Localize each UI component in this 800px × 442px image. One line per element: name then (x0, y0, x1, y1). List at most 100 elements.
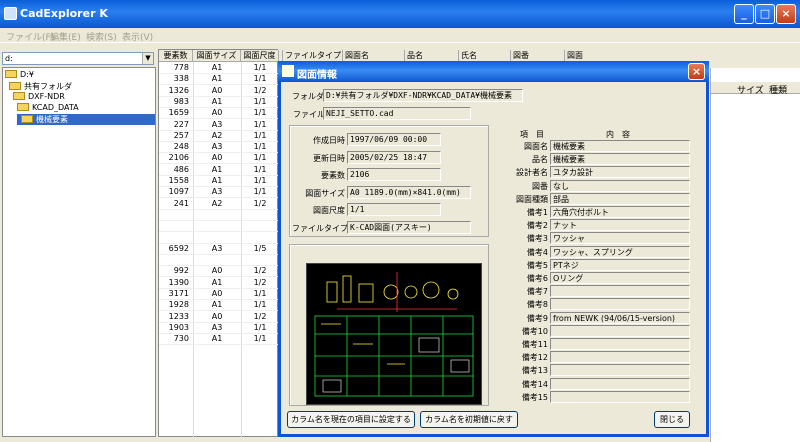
grid-cell[interactable]: 1/1 (245, 108, 275, 119)
grid-cell[interactable]: 1/1 (245, 153, 275, 164)
grid-cell[interactable]: 1326 (159, 86, 189, 97)
maximize-button[interactable]: □ (755, 4, 775, 24)
grid-cell[interactable]: 1/1 (245, 142, 275, 153)
grid-cell[interactable]: A0 (197, 153, 237, 164)
grid-cell[interactable]: 1390 (159, 278, 189, 289)
item-value-field[interactable]: なし (550, 179, 690, 192)
grid-cell[interactable] (197, 233, 237, 244)
tree-node-shared[interactable]: 共有フォルダ (9, 81, 72, 92)
grid-cell[interactable] (159, 221, 189, 232)
grid-cell[interactable]: 1/2 (245, 278, 275, 289)
grid-cell[interactable]: A1 (197, 300, 237, 311)
close-button[interactable]: × (776, 4, 796, 24)
grid-cell[interactable]: 1/1 (245, 165, 275, 176)
grid-cell[interactable]: 241 (159, 199, 189, 210)
item-value-field[interactable] (550, 377, 690, 390)
grid-cell[interactable]: A0 (197, 266, 237, 277)
grid-cell[interactable]: A1 (197, 97, 237, 108)
minimize-button[interactable]: _ (734, 4, 754, 24)
grid-cell[interactable]: 1/1 (245, 334, 275, 345)
grid-cell[interactable]: A3 (197, 120, 237, 131)
column-scale[interactable]: 図面尺度 (241, 50, 279, 62)
item-value-field[interactable] (550, 351, 690, 364)
reset-column-names-button[interactable]: カラム名を初期値に戻す (420, 411, 518, 428)
grid-cell[interactable]: A2 (197, 199, 237, 210)
grid-cell[interactable]: A0 (197, 289, 237, 300)
grid-cell[interactable]: 1/1 (245, 323, 275, 334)
column-size-hdr[interactable]: 図面サイズ (193, 50, 241, 62)
grid-cell[interactable] (245, 255, 275, 266)
grid-cell[interactable]: A3 (197, 244, 237, 255)
grid-cell[interactable]: 2106 (159, 153, 189, 164)
grid-cell[interactable] (197, 255, 237, 266)
item-value-field[interactable] (550, 324, 690, 337)
grid-cell[interactable]: 1/1 (245, 97, 275, 108)
grid-cell[interactable]: 1/1 (245, 176, 275, 187)
grid-cell[interactable]: 1/1 (245, 289, 275, 300)
grid-cell[interactable]: 257 (159, 131, 189, 142)
grid-cell[interactable]: 1/1 (245, 300, 275, 311)
grid-cell[interactable]: 1659 (159, 108, 189, 119)
grid-cell[interactable]: A3 (197, 323, 237, 334)
set-column-names-button[interactable]: カラム名を現在の項目に設定する (287, 411, 415, 428)
grid-cell[interactable] (245, 221, 275, 232)
grid-cell[interactable] (159, 210, 189, 221)
item-value-field[interactable]: 部品 (550, 192, 690, 205)
grid-cell[interactable]: 3171 (159, 289, 189, 300)
tree-node-kikai[interactable]: 機械要素 (17, 114, 155, 125)
grid-cell[interactable] (159, 255, 189, 266)
grid-cell[interactable]: A1 (197, 74, 237, 85)
item-value-field[interactable] (550, 338, 690, 350)
column-size[interactable]: サイズ (737, 83, 764, 96)
item-value-field[interactable]: ナット (550, 219, 690, 232)
column-elements[interactable]: 要素数 (159, 50, 193, 62)
grid-cell[interactable]: 1/2 (245, 266, 275, 277)
item-value-field[interactable] (550, 390, 690, 403)
column-kind[interactable]: 種類 (769, 83, 787, 96)
main-title-bar[interactable]: CadExplorer K _ □ × (0, 0, 800, 28)
grid-cell[interactable]: 1/5 (245, 244, 275, 255)
grid-cell[interactable]: A0 (197, 86, 237, 97)
grid-cell[interactable]: A1 (197, 63, 237, 74)
tree-node-dxf[interactable]: DXF-NDR (13, 92, 65, 103)
grid-cell[interactable] (245, 233, 275, 244)
item-value-field[interactable] (550, 285, 690, 298)
grid-cell[interactable]: 1233 (159, 312, 189, 323)
grid-cell[interactable]: 1/1 (245, 120, 275, 131)
grid-cell[interactable] (245, 210, 275, 221)
grid-cell[interactable]: 1/2 (245, 312, 275, 323)
grid-cell[interactable]: 1903 (159, 323, 189, 334)
grid-cell[interactable]: 1/1 (245, 131, 275, 142)
grid-cell[interactable]: 227 (159, 120, 189, 131)
grid-cell[interactable] (159, 233, 189, 244)
grid-cell[interactable]: 730 (159, 334, 189, 345)
grid-cell[interactable]: A3 (197, 142, 237, 153)
item-value-field[interactable]: Oリング (550, 272, 690, 284)
item-value-field[interactable]: ワッシャ (550, 232, 690, 245)
item-value-field[interactable]: 機械要素 (550, 153, 690, 166)
grid-cell[interactable]: 992 (159, 266, 189, 277)
grid-cell[interactable]: A1 (197, 176, 237, 187)
item-value-field[interactable]: 六角穴付ボルト (550, 206, 690, 218)
grid-cell[interactable] (197, 221, 237, 232)
item-value-field[interactable] (550, 364, 690, 377)
grid-cell[interactable]: A1 (197, 278, 237, 289)
grid-cell[interactable]: 1558 (159, 176, 189, 187)
folder-tree[interactable]: D:¥ 共有フォルダ DXF-NDR KCAD_DATA 機械要素 (2, 67, 156, 437)
grid-cell[interactable]: A2 (197, 131, 237, 142)
item-value-field[interactable]: ワッシャ、スプリング (550, 245, 690, 258)
grid-cell[interactable]: 6592 (159, 244, 189, 255)
grid-cell[interactable]: A1 (197, 334, 237, 345)
grid-cell[interactable]: 778 (159, 63, 189, 74)
tree-node-d[interactable]: D:¥ (5, 70, 34, 81)
grid-cell[interactable]: 1097 (159, 187, 189, 198)
grid-cell[interactable]: 1/1 (245, 187, 275, 198)
grid-cell[interactable]: 248 (159, 142, 189, 153)
file-grid[interactable]: 要素数 図面サイズ 図面尺度 778 A1 1/1 338 A1 1/1 1326 A0 1/2… (158, 49, 279, 438)
grid-cell[interactable]: 1928 (159, 300, 189, 311)
grid-cell[interactable]: 1/2 (245, 86, 275, 97)
item-value-field[interactable]: 機械要素 (550, 140, 690, 152)
item-value-field[interactable]: PTネジ (550, 258, 690, 271)
grid-cell[interactable]: 1/1 (245, 63, 275, 74)
tree-node-kcad[interactable]: KCAD_DATA (17, 103, 79, 114)
